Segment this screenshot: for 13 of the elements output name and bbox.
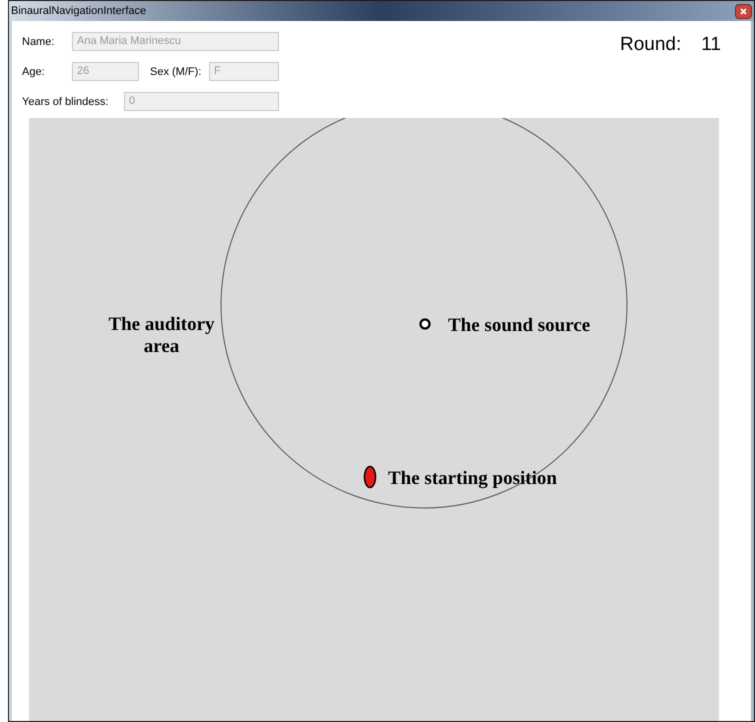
sound-source-marker <box>419 318 431 330</box>
field-label: Sex (M/F): <box>150 66 202 78</box>
source-label: The sound source <box>448 314 590 338</box>
field-label: Name: <box>22 36 54 48</box>
field-label: Age: <box>22 66 45 78</box>
field-label: Years of blindess: <box>22 96 108 108</box>
starting-position-marker <box>364 466 376 488</box>
close-icon <box>740 8 747 14</box>
area-label: The auditory area <box>107 314 216 358</box>
round-label: Round: <box>620 33 682 57</box>
window-title: BinauralNavigationInterface <box>11 4 146 19</box>
close-button[interactable] <box>735 4 752 18</box>
round-number: 11 <box>701 33 721 57</box>
